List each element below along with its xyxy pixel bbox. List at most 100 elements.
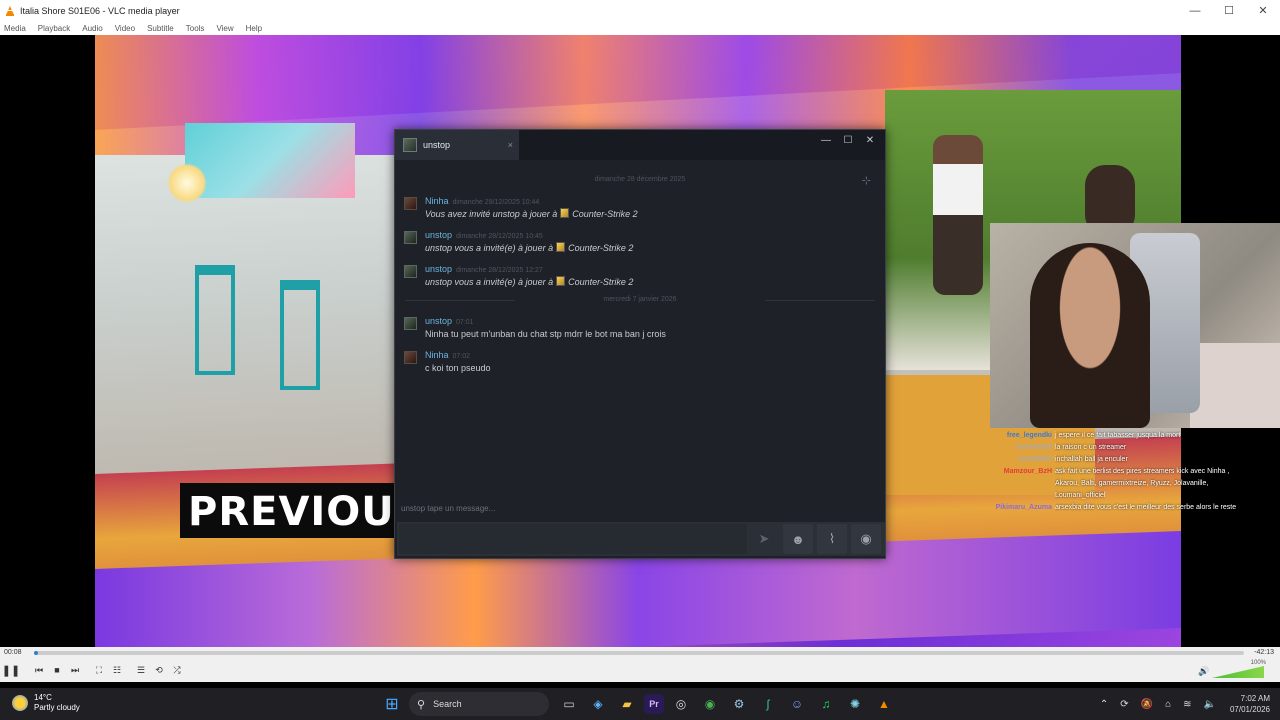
- menu-audio[interactable]: Audio: [82, 24, 102, 33]
- avatar[interactable]: [404, 317, 417, 330]
- taskbar-search[interactable]: ⚲ Search: [409, 692, 549, 716]
- stream-chat-row: free_legendki j espere il ce fait tabasse…: [985, 430, 1280, 442]
- send-icon[interactable]: ➤: [749, 524, 779, 554]
- fullscreen-icon[interactable]: ⛶: [90, 661, 108, 679]
- message-author[interactable]: unstop: [425, 264, 452, 274]
- wifi-icon[interactable]: ≋: [1183, 699, 1191, 710]
- message-text: Ninha tu peut m'unban du chat stp mdrr l…: [425, 329, 666, 339]
- game-name[interactable]: Counter-Strike 2: [568, 243, 633, 253]
- avatar[interactable]: [404, 231, 417, 244]
- game-name[interactable]: Counter-Strike 2: [568, 277, 633, 287]
- pin-icon[interactable]: ⊹: [862, 174, 871, 188]
- playlist-icon[interactable]: ☰: [132, 661, 150, 679]
- stream-chat-user: [985, 490, 1055, 502]
- message-author[interactable]: Ninha: [425, 350, 449, 360]
- menu-view[interactable]: View: [216, 24, 233, 33]
- close-button[interactable]: ✕: [1246, 0, 1280, 21]
- steam-maximize-button[interactable]: ☐: [837, 130, 859, 150]
- message-timestamp: dimanche 28/12/2025 10:44: [452, 199, 540, 206]
- seek-bar[interactable]: [34, 651, 1244, 655]
- message-author[interactable]: unstop: [425, 316, 452, 326]
- vlc-taskbar-icon[interactable]: ▲: [872, 692, 896, 716]
- steam-minimize-button[interactable]: —: [815, 130, 837, 150]
- menu-tools[interactable]: Tools: [186, 24, 205, 33]
- emoji-icon[interactable]: ☻: [783, 524, 813, 554]
- chat-tab-label: unstop: [423, 140, 451, 150]
- task-view-icon[interactable]: ▭: [557, 692, 581, 716]
- close-tab-icon[interactable]: ×: [508, 140, 513, 150]
- loop-icon[interactable]: ⟲: [150, 661, 168, 679]
- avatar: [403, 138, 417, 152]
- widgets-icon[interactable]: ◈: [586, 692, 610, 716]
- premiere-icon[interactable]: Pr: [644, 694, 664, 714]
- elapsed-time: 00:08: [4, 649, 22, 656]
- previous-icon[interactable]: ⏮: [30, 661, 48, 679]
- stream-chat-user: mor000000: [1015, 444, 1052, 451]
- chat-tab-unstop[interactable]: unstop ×: [395, 130, 519, 160]
- chat-message: Ninha dimanche 28/12/2025 10:44 Vous avez …: [395, 195, 885, 221]
- mute-icon[interactable]: 🔕: [1141, 699, 1153, 710]
- network-icon[interactable]: ⌂: [1165, 699, 1171, 710]
- avatar[interactable]: [404, 351, 417, 364]
- message-timestamp: dimanche 28/12/2025 10:45: [456, 233, 543, 240]
- stream-chat-message: Akarou, Balti, gamermixtreize, Ryuzz, Jo…: [1055, 480, 1209, 487]
- discord-icon[interactable]: ☺: [785, 692, 809, 716]
- menu-playback[interactable]: Playback: [38, 24, 70, 33]
- attach-icon[interactable]: ⌇: [817, 524, 847, 554]
- stream-chat-message: ask fait une tierlist des pires streamer…: [1055, 468, 1230, 475]
- chat-message: unstop dimanche 28/12/2025 10:45 unstop vo…: [395, 229, 885, 255]
- stream-chat-message: inchallah ball ja enculer: [1055, 456, 1128, 463]
- menu-video[interactable]: Video: [115, 24, 135, 33]
- obs-icon[interactable]: ◎: [669, 692, 693, 716]
- stream-chat-message: Loumani_officiel: [1055, 492, 1106, 499]
- maximize-button[interactable]: ☐: [1212, 0, 1246, 21]
- date-label: dimanche 28 décembre 2025: [594, 176, 686, 183]
- message-author[interactable]: Ninha: [425, 196, 449, 206]
- chat-message: unstop 07:01 Ninha tu peut m'unban du chat…: [395, 315, 885, 341]
- avatar[interactable]: [404, 265, 417, 278]
- message-author[interactable]: unstop: [425, 230, 452, 240]
- webcam-overlay: [990, 223, 1280, 428]
- message-timestamp: 07:02: [452, 353, 471, 360]
- file-explorer-icon[interactable]: ▰: [615, 692, 639, 716]
- search-icon: ⚲: [417, 698, 426, 711]
- extended-settings-icon[interactable]: ☷: [108, 661, 126, 679]
- message-input[interactable]: [399, 524, 747, 554]
- menu-media[interactable]: Media: [4, 24, 26, 33]
- clock[interactable]: 7:02 AM 07/01/2026: [1230, 693, 1270, 715]
- volume-icon[interactable]: 🔈: [1204, 699, 1216, 710]
- chrome-icon[interactable]: ◉: [698, 692, 722, 716]
- chevron-up-icon[interactable]: ⌃: [1100, 699, 1108, 710]
- menu-subtitle[interactable]: Subtitle: [147, 24, 174, 33]
- invite-text: unstop vous a invité(e) à jouer à: [425, 277, 554, 287]
- streamlabs-icon[interactable]: ʃ: [756, 692, 780, 716]
- chat-message: Ninha 07:02 c koi ton pseudo: [395, 349, 885, 375]
- volume-slider[interactable]: 🔊 100%: [1198, 660, 1268, 680]
- clock-date: 07/01/2026: [1229, 705, 1270, 714]
- vlc-window: Italia Shore S01E06 - VLC media player —…: [0, 0, 1280, 720]
- steam-close-button[interactable]: ✕: [859, 130, 881, 150]
- steam-chat-window: unstop × — ☐ ✕ dimanche 28 décembre 2025…: [394, 129, 886, 559]
- stream-chat-user: [985, 478, 1055, 490]
- app-icon[interactable]: ✺: [843, 692, 867, 716]
- search-label: Search: [433, 699, 462, 709]
- pause-button[interactable]: ❚❚: [2, 661, 20, 679]
- steam-icon[interactable]: ⚙: [727, 692, 751, 716]
- next-icon[interactable]: ⏭: [66, 661, 84, 679]
- windows-start-icon[interactable]: ⊞: [380, 692, 404, 716]
- stop-icon[interactable]: ■: [48, 661, 66, 679]
- voice-icon[interactable]: ◉: [851, 524, 881, 554]
- speaker-icon[interactable]: 🔊: [1198, 666, 1209, 677]
- message-timestamp: dimanche 28/12/2025 12:27: [456, 267, 543, 274]
- game-name[interactable]: Counter-Strike 2: [572, 209, 637, 219]
- spotify-icon[interactable]: ♫: [814, 692, 838, 716]
- game-icon: [556, 276, 566, 286]
- menu-help[interactable]: Help: [246, 24, 262, 33]
- weather-widget[interactable]: 14°C Partly cloudy: [12, 693, 80, 713]
- minimize-button[interactable]: —: [1178, 0, 1212, 21]
- shuffle-icon[interactable]: ⤮: [168, 661, 186, 679]
- stream-chat-message: la raison c un streamer: [1055, 444, 1127, 451]
- avatar[interactable]: [404, 197, 417, 210]
- game-icon: [556, 242, 566, 252]
- sync-icon[interactable]: ⟳: [1120, 699, 1128, 710]
